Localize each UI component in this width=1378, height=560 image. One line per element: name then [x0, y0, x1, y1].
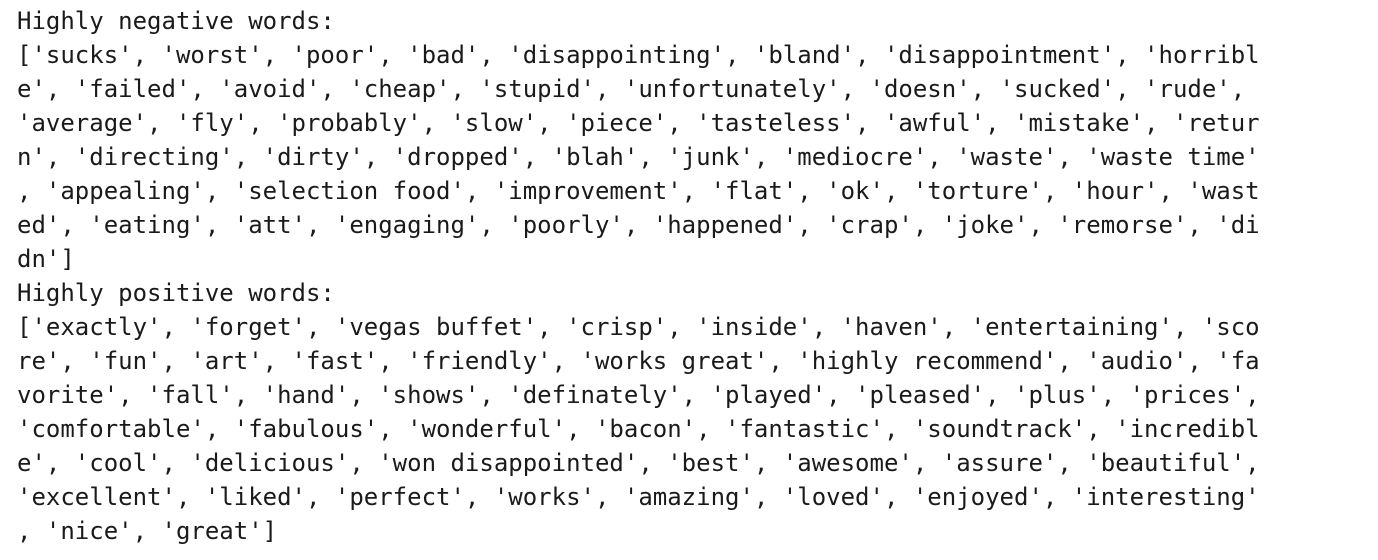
negative-words-line: n', 'directing', 'dirty', 'dropped', 'bl… — [17, 143, 1260, 171]
positive-words-line: e', 'cool', 'delicious', 'won disappoint… — [17, 449, 1260, 477]
positive-words-line: 'comfortable', 'fabulous', 'wonderful', … — [17, 415, 1260, 443]
negative-words-line: ed', 'eating', 'att', 'engaging', 'poorl… — [17, 211, 1260, 239]
positive-words-line: 'excellent', 'liked', 'perfect', 'works'… — [17, 483, 1260, 511]
negative-words-header: Highly negative words: — [17, 7, 335, 35]
negative-words-line: 'average', 'fly', 'probably', 'slow', 'p… — [17, 109, 1260, 137]
negative-words-line: ['sucks', 'worst', 'poor', 'bad', 'disap… — [17, 41, 1260, 69]
positive-words-line: ['exactly', 'forget', 'vegas buffet', 'c… — [17, 313, 1260, 341]
negative-words-line: e', 'failed', 'avoid', 'cheap', 'stupid'… — [17, 75, 1246, 103]
positive-words-line: vorite', 'fall', 'hand', 'shows', 'defin… — [17, 381, 1260, 409]
negative-words-line: dn'] — [17, 245, 75, 273]
negative-words-line: , 'appealing', 'selection food', 'improv… — [17, 177, 1260, 205]
notebook-output-area: Highly negative words: ['sucks', 'worst'… — [0, 0, 1378, 560]
positive-words-header: Highly positive words: — [17, 279, 335, 307]
positive-words-line: , 'nice', 'great'] — [17, 517, 278, 545]
positive-words-line: re', 'fun', 'art', 'fast', 'friendly', '… — [17, 347, 1260, 375]
